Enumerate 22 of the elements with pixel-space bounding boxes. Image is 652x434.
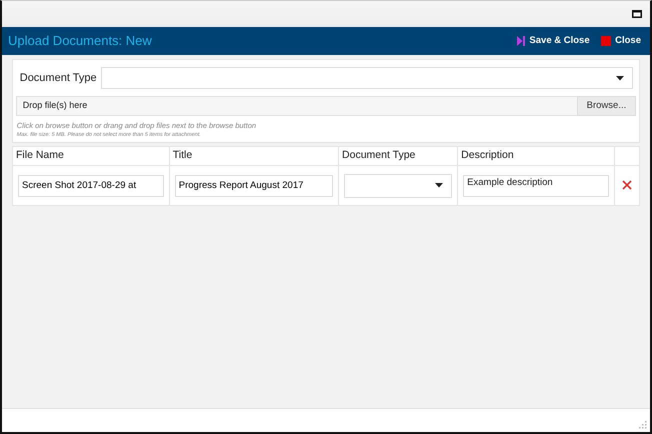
file-name-field[interactable]: Screen Shot 2017-08-29 at [18,174,164,196]
drop-zone-field[interactable]: Drop file(s) here [16,96,577,116]
column-header: Title [169,146,339,166]
resize-grip-icon[interactable] [638,420,647,429]
save-close-button[interactable]: Save & Close [514,34,593,48]
document-type-select[interactable] [344,174,452,198]
maximize-icon[interactable] [632,10,642,18]
delete-icon[interactable] [622,180,632,190]
caret-icon [435,183,444,188]
skip-icon [517,36,526,46]
square-icon [601,36,612,46]
document-type-select[interactable] [100,67,634,90]
window-title: Upload Documents: New [8,32,152,50]
column-header: File Name [12,146,170,166]
title-field[interactable]: Progress Report August 2017 [174,174,334,196]
close-button[interactable]: Close [598,34,644,48]
description-field[interactable]: Example description [463,174,609,196]
column-header: Document Type [338,146,458,166]
browse-button[interactable]: Browse... [576,96,636,116]
field-label: Document Type [18,71,98,86]
caret-icon [616,76,624,81]
column-header: Description [458,146,614,166]
